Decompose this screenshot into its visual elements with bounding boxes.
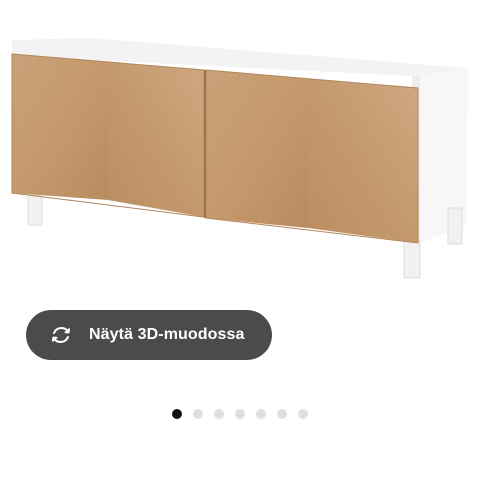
leg-front-left [27, 194, 43, 226]
carousel-pagination [172, 408, 319, 420]
product-image[interactable] [0, 0, 480, 300]
view-3d-label: Näytä 3D-muodossa [89, 326, 245, 343]
carousel-dot[interactable] [277, 409, 287, 419]
carousel-dot[interactable] [298, 409, 308, 419]
leg-front-right [403, 239, 421, 279]
door-right [205, 69, 419, 244]
view-3d-button[interactable]: Näytä 3D-muodossa [26, 310, 272, 360]
carousel-dot[interactable] [214, 409, 224, 419]
carousel-dot[interactable] [256, 409, 266, 419]
rotate-3d-icon [48, 322, 74, 348]
door-left [11, 53, 205, 218]
leg-back-right [447, 207, 463, 245]
product-page: Näytä 3D-muodossa [0, 0, 480, 480]
carousel-dot[interactable] [193, 409, 203, 419]
carousel-dot[interactable] [235, 409, 245, 419]
carousel-dot[interactable] [172, 409, 182, 419]
